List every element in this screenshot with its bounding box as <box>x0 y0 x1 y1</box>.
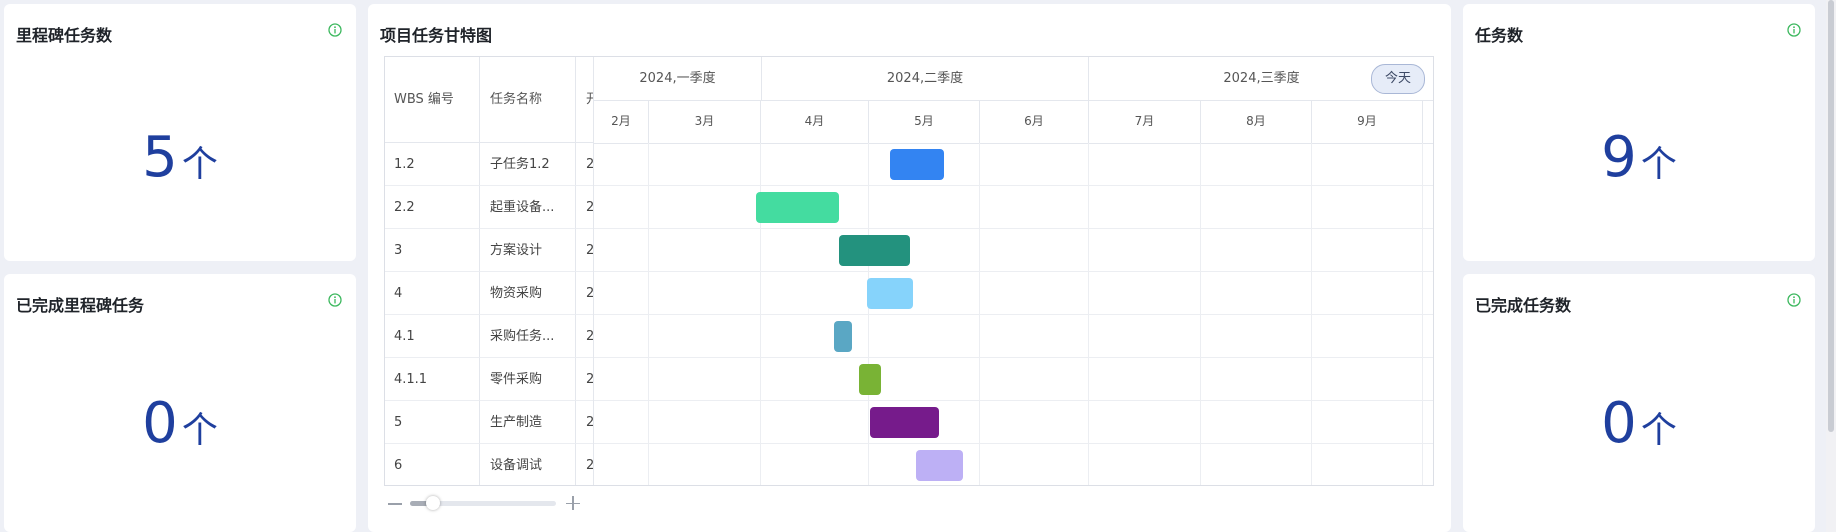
zoom-control <box>388 494 588 514</box>
task-name-cell[interactable]: 方案设计 <box>480 229 576 272</box>
card-title: 已完成里程碑任务 <box>16 296 145 315</box>
task-wbs-cell[interactable]: 3 <box>385 229 480 272</box>
task-start-cell[interactable]: 2 <box>576 272 593 315</box>
gantt-chart[interactable]: WBS 编号 任务名称 开 2024,一季度2024,二季度2024,三季度 2… <box>384 56 1434 486</box>
completed-milestone-tasks-card: 已完成里程碑任务 0个 <box>4 274 356 532</box>
month-gridline <box>1433 143 1434 486</box>
today-button[interactable]: 今天 <box>1371 64 1425 94</box>
task-wbs-cell[interactable]: 4.1.1 <box>385 358 480 401</box>
card-title: 已完成任务数 <box>1475 296 1572 315</box>
kpi-number: 9 <box>1601 125 1637 190</box>
month-label: 4月 <box>761 100 869 143</box>
plus-icon[interactable] <box>566 496 580 510</box>
task-name-cell[interactable]: 子任务1.2 <box>480 143 576 186</box>
task-bar[interactable] <box>859 364 881 395</box>
task-name-cell[interactable]: 设备调试 <box>480 444 576 485</box>
task-bar[interactable] <box>867 278 913 309</box>
month-label: 9月 <box>1312 100 1423 143</box>
minus-icon[interactable] <box>388 503 402 505</box>
task-bar[interactable] <box>890 149 944 180</box>
task-bar[interactable] <box>870 407 939 438</box>
month-label <box>1423 100 1433 143</box>
quarter-label: 2024,一季度 <box>594 57 762 100</box>
task-name-column-header[interactable]: 任务名称 <box>480 57 576 143</box>
kpi-value: 0个 <box>1463 396 1815 452</box>
task-wbs-cell[interactable]: 1.2 <box>385 143 480 186</box>
task-name-cell[interactable]: 生产制造 <box>480 401 576 444</box>
task-wbs-cell[interactable]: 6 <box>385 444 480 485</box>
month-label: 8月 <box>1201 100 1312 143</box>
kpi-number: 5 <box>142 125 178 190</box>
task-start-cell[interactable]: 2 <box>576 358 593 401</box>
info-circle-icon[interactable] <box>1787 293 1801 307</box>
month-label: 6月 <box>980 100 1089 143</box>
scrollbar-thumb[interactable] <box>1828 0 1834 432</box>
task-bar[interactable] <box>756 192 839 223</box>
kpi-unit: 个 <box>181 410 218 451</box>
task-name-cell[interactable]: 起重设备... <box>480 186 576 229</box>
task-start-cell[interactable]: 2 <box>576 186 593 229</box>
task-start-cell[interactable]: 2 <box>576 143 593 186</box>
task-bar[interactable] <box>839 235 910 266</box>
row-gridline <box>594 228 1433 229</box>
tasks-card: 任务数 9个 <box>1463 4 1815 261</box>
task-name-cell[interactable]: 零件采购 <box>480 358 576 401</box>
kpi-value: 0个 <box>4 396 356 452</box>
kpi-unit: 个 <box>1640 410 1677 451</box>
kpi-number: 0 <box>142 391 178 456</box>
task-start-cell[interactable]: 2 <box>576 444 593 485</box>
month-label: 7月 <box>1089 100 1201 143</box>
kpi-value: 5个 <box>4 130 356 186</box>
gantt-card: 项目任务甘特图 WBS 编号 任务名称 开 2024,一季度2024,二季度20… <box>368 4 1451 532</box>
row-gridline <box>594 357 1433 358</box>
task-grid: 1.2子任务1.222.2起重设备...23方案设计24物资采购24.1采购任务… <box>385 143 593 485</box>
info-circle-icon[interactable] <box>1787 23 1801 37</box>
task-start-cell[interactable]: 2 <box>576 315 593 358</box>
kpi-unit: 个 <box>181 144 218 185</box>
months-row: 2月 3月 4月 5月 6月 7月 8月 9月 <box>594 100 1433 144</box>
kpi-value: 9个 <box>1463 130 1815 186</box>
quarters-row: 2024,一季度 2024,二季度 2024,三季度 <box>594 57 1433 101</box>
start-column-header[interactable]: 开 <box>576 57 593 143</box>
task-start-cell[interactable]: 2 <box>576 229 593 272</box>
task-wbs-cell[interactable]: 4.1 <box>385 315 480 358</box>
kpi-number: 0 <box>1601 391 1637 456</box>
quarter-label: 2024,二季度 <box>762 57 1089 100</box>
timeline-body <box>593 143 1434 486</box>
task-name-cell[interactable]: 物资采购 <box>480 272 576 315</box>
row-gridline <box>594 271 1433 272</box>
task-wbs-cell[interactable]: 4 <box>385 272 480 315</box>
milestone-tasks-card: 里程碑任务数 5个 <box>4 4 356 261</box>
page-scrollbar[interactable] <box>1826 0 1836 532</box>
gantt-title: 项目任务甘特图 <box>380 26 493 45</box>
row-gridline <box>594 185 1433 186</box>
month-label: 5月 <box>869 100 980 143</box>
month-label: 2月 <box>594 100 649 143</box>
kpi-unit: 个 <box>1640 144 1677 185</box>
zoom-slider[interactable] <box>410 496 556 510</box>
timeline-header: 2024,一季度 2024,二季度 2024,三季度 2月 3月 4月 5月 6月 7月 8月 9… <box>593 57 1433 144</box>
wbs-column-header[interactable]: WBS 编号 <box>385 57 480 143</box>
task-wbs-cell[interactable]: 5 <box>385 401 480 444</box>
task-start-cell[interactable]: 2 <box>576 401 593 444</box>
task-bar[interactable] <box>916 450 963 481</box>
month-label: 3月 <box>649 100 761 143</box>
zoom-slider-handle[interactable] <box>426 496 440 510</box>
task-bar[interactable] <box>834 321 852 352</box>
task-name-cell[interactable]: 采购任务... <box>480 315 576 358</box>
completed-tasks-card: 已完成任务数 0个 <box>1463 274 1815 532</box>
task-wbs-cell[interactable]: 2.2 <box>385 186 480 229</box>
card-title: 里程碑任务数 <box>16 26 113 45</box>
row-gridline <box>594 443 1433 444</box>
card-title: 任务数 <box>1475 26 1524 45</box>
row-gridline <box>594 400 1433 401</box>
info-circle-icon[interactable] <box>328 293 342 307</box>
info-circle-icon[interactable] <box>328 23 342 37</box>
row-gridline <box>594 314 1433 315</box>
